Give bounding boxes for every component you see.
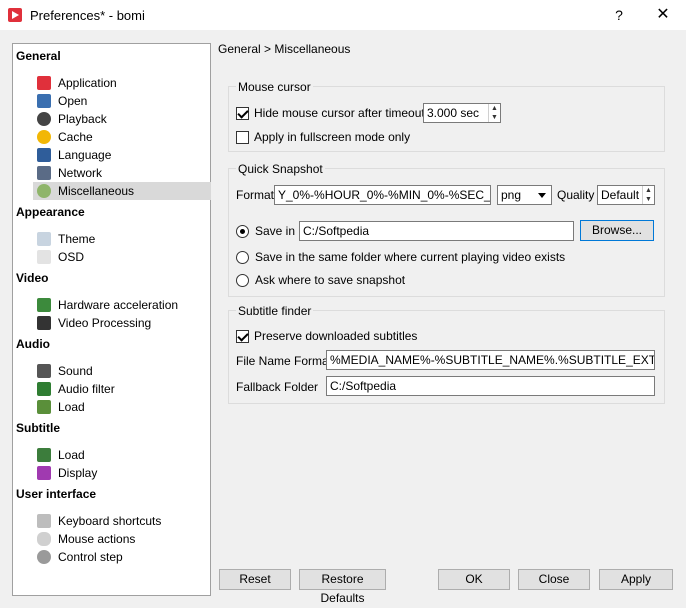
spin-arrows-icon[interactable]: ▲ ▼ <box>642 186 654 204</box>
save-in-row[interactable]: Save in <box>236 224 295 238</box>
theme-icon <box>37 232 51 246</box>
video-processing-icon <box>37 316 51 330</box>
close-button[interactable]: Close <box>518 569 590 590</box>
fallback-folder-input[interactable]: C:/Softpedia <box>326 376 655 396</box>
save-in-radio[interactable] <box>236 224 249 238</box>
sidebar-item-keyboard-shortcuts[interactable]: Keyboard shortcuts <box>33 512 211 530</box>
fullscreen-only-row[interactable]: Apply in fullscreen mode only <box>236 130 410 144</box>
hide-cursor-checkbox[interactable] <box>236 106 249 120</box>
audio-load-icon <box>37 400 51 414</box>
fullscreen-only-label: Apply in fullscreen mode only <box>254 130 411 144</box>
mouse-cursor-title: Mouse cursor <box>236 80 313 94</box>
reset-button[interactable]: Reset <box>219 569 291 590</box>
category-subtitle[interactable]: Subtitle <box>16 421 60 435</box>
spin-arrows-icon[interactable]: ▲ ▼ <box>488 104 500 122</box>
audio-filter-icon <box>37 382 51 396</box>
control-step-icon <box>37 550 51 564</box>
playback-icon <box>37 112 51 126</box>
sidebar-item-video-processing[interactable]: Video Processing <box>33 314 211 332</box>
category-general[interactable]: General <box>16 49 61 63</box>
same-folder-label: Save in the same folder where current pl… <box>255 250 566 264</box>
sidebar-item-audio-filter[interactable]: Audio filter <box>33 380 211 398</box>
sidebar-item-subtitle-display[interactable]: Display <box>33 464 211 482</box>
sidebar-item-control-step[interactable]: Control step <box>33 548 211 566</box>
sound-icon <box>37 364 51 378</box>
sidebar-item-hardware-acceleration[interactable]: Hardware acceleration <box>33 296 211 314</box>
sidebar-item-network[interactable]: Network <box>33 164 211 182</box>
preserve-subtitles-row[interactable]: Preserve downloaded subtitles <box>236 329 417 343</box>
sidebar-item-mouse-actions[interactable]: Mouse actions <box>33 530 211 548</box>
format-label: Format <box>236 188 275 202</box>
ok-button[interactable]: OK <box>438 569 510 590</box>
sidebar-item-cache[interactable]: Cache <box>33 128 211 146</box>
hardware-acceleration-icon <box>37 298 51 312</box>
ask-where-radio[interactable] <box>236 273 249 287</box>
hide-cursor-label: Hide mouse cursor after timeout: <box>254 106 429 120</box>
sidebar-item-miscellaneous[interactable]: Miscellaneous <box>33 182 211 200</box>
sidebar-item-theme[interactable]: Theme <box>33 230 211 248</box>
ask-where-row[interactable]: Ask where to save snapshot <box>236 273 405 287</box>
timeout-spinbox[interactable]: 3.000 sec ▲ ▼ <box>423 103 501 123</box>
category-video[interactable]: Video <box>16 271 48 285</box>
close-window-button[interactable]: ✕ <box>640 0 686 30</box>
image-type-select[interactable]: png <box>497 185 552 205</box>
quality-label: Quality <box>557 188 595 202</box>
category-appearance[interactable]: Appearance <box>16 205 85 219</box>
save-in-label: Save in <box>255 224 296 238</box>
quick-snapshot-title: Quick Snapshot <box>236 162 325 176</box>
window-title: Preferences* - bomi <box>30 7 145 23</box>
category-user-interface[interactable]: User interface <box>16 487 96 501</box>
help-button[interactable]: ? <box>596 0 642 30</box>
preferences-sidebar: General Application Open Playback Cache … <box>12 43 211 596</box>
sidebar-item-open[interactable]: Open <box>33 92 211 110</box>
keyboard-icon <box>37 514 51 528</box>
language-icon <box>37 148 51 162</box>
same-folder-radio[interactable] <box>236 250 249 264</box>
category-audio[interactable]: Audio <box>16 337 50 351</box>
same-folder-row[interactable]: Save in the same folder where current pl… <box>236 250 565 264</box>
bomi-app-icon <box>8 8 22 22</box>
fullscreen-only-checkbox[interactable] <box>236 130 249 144</box>
subtitle-load-icon <box>37 448 51 462</box>
sidebar-item-application[interactable]: Application <box>33 74 211 92</box>
miscellaneous-icon <box>37 184 51 198</box>
sidebar-item-subtitle-load[interactable]: Load <box>33 446 211 464</box>
application-icon <box>37 76 51 90</box>
cache-icon <box>37 130 51 144</box>
file-name-format-label: File Name Format <box>236 354 333 368</box>
fallback-folder-label: Fallback Folder <box>236 380 319 394</box>
apply-button[interactable]: Apply <box>599 569 673 590</box>
restore-defaults-button[interactable]: Restore Defaults <box>299 569 386 605</box>
sidebar-item-audio-load[interactable]: Load <box>33 398 211 416</box>
sidebar-item-osd[interactable]: OSD <box>33 248 211 266</box>
mouse-icon <box>37 532 51 546</box>
subtitle-display-icon <box>37 466 51 480</box>
preserve-subtitles-checkbox[interactable] <box>236 329 249 343</box>
sidebar-item-language[interactable]: Language <box>33 146 211 164</box>
breadcrumb: General > Miscellaneous <box>218 42 351 56</box>
open-icon <box>37 94 51 108</box>
preserve-subtitles-label: Preserve downloaded subtitles <box>254 329 418 343</box>
subtitle-finder-title: Subtitle finder <box>236 304 314 318</box>
title-bar: Preferences* - bomi ? ✕ <box>0 0 686 30</box>
osd-icon <box>37 250 51 264</box>
network-icon <box>37 166 51 180</box>
browse-button[interactable]: Browse... <box>580 220 654 241</box>
format-input[interactable]: Y_0%-%HOUR_0%-%MIN_0%-%SEC_0% <box>274 185 491 205</box>
sidebar-item-sound[interactable]: Sound <box>33 362 211 380</box>
ask-where-label: Ask where to save snapshot <box>255 273 406 287</box>
chevron-down-icon <box>538 193 546 198</box>
file-name-format-input[interactable]: %MEDIA_NAME%-%SUBTITLE_NAME%.%SUBTITLE_E… <box>326 350 655 370</box>
quality-spinbox[interactable]: Default ▲ ▼ <box>597 185 655 205</box>
save-in-path-input[interactable]: C:/Softpedia <box>299 221 574 241</box>
hide-cursor-row[interactable]: Hide mouse cursor after timeout: <box>236 106 428 120</box>
sidebar-item-playback[interactable]: Playback <box>33 110 211 128</box>
